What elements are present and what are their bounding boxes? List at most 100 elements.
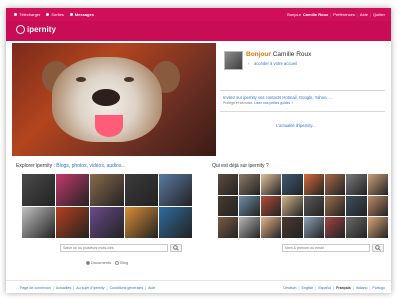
language-link[interactable]: Français bbox=[336, 286, 351, 290]
member-avatar[interactable] bbox=[260, 195, 282, 217]
dog-eye-right bbox=[124, 77, 134, 82]
member-avatar[interactable] bbox=[367, 174, 388, 195]
explore-search-button[interactable] bbox=[170, 244, 182, 252]
ipernity-logo-icon bbox=[16, 25, 25, 34]
explore-thumbnail[interactable] bbox=[22, 174, 56, 206]
member-avatar[interactable] bbox=[282, 174, 303, 195]
top-link-messages[interactable]: Messages bbox=[69, 12, 94, 17]
explore-thumbnail[interactable] bbox=[56, 174, 90, 206]
welcome-hello: Bonjour bbox=[246, 51, 271, 58]
language-link[interactable]: Deutsch bbox=[283, 286, 296, 290]
arrow-right-icon: › bbox=[248, 61, 250, 66]
member-avatar[interactable] bbox=[346, 174, 367, 195]
language-link[interactable]: Italiano bbox=[356, 286, 368, 290]
explore-search-input[interactable] bbox=[60, 244, 168, 252]
logo[interactable]: ipernity bbox=[16, 25, 56, 34]
top-greeting: Bonjour bbox=[287, 12, 301, 17]
messages-icon bbox=[69, 13, 73, 16]
download-icon bbox=[14, 13, 17, 16]
outbox-icon bbox=[46, 13, 50, 16]
footer-link[interactable]: Aide bbox=[148, 286, 155, 290]
explore-thumbnail[interactable] bbox=[90, 174, 124, 206]
member-avatar[interactable] bbox=[239, 174, 260, 195]
top-bar-left: Télécharger Sorties Messages bbox=[14, 12, 94, 17]
explore-thumbnail[interactable] bbox=[124, 174, 158, 206]
radio-blog-dot bbox=[115, 260, 120, 265]
avatar[interactable] bbox=[224, 51, 243, 70]
explore-title: Explorer ipernity : Blogs, photos, vidéo… bbox=[16, 163, 126, 169]
invite-contacts-link[interactable]: Invitez sur ipernity vos contacts Hotmai… bbox=[223, 95, 333, 100]
logo-text: ipernity bbox=[27, 25, 56, 34]
members-search-input[interactable] bbox=[282, 244, 370, 252]
member-avatar[interactable] bbox=[218, 174, 239, 195]
footer: Page de connexion | Actualités | Au sujet d'… bbox=[6, 280, 391, 293]
explore-thumbnail[interactable] bbox=[22, 206, 56, 238]
explore-thumbnail-grid bbox=[22, 174, 192, 238]
top-user[interactable]: Camille Roux bbox=[303, 12, 328, 17]
top-bar: Télécharger Sorties Messages Bonjour Cam… bbox=[6, 8, 391, 21]
invite-contacts-sub: Protégé et sécurisé. Lisez nos petites g… bbox=[223, 101, 294, 105]
dog-nose bbox=[92, 89, 120, 106]
guides-link[interactable]: Lisez nos petites guides ? bbox=[254, 101, 293, 105]
members-avatar-grid bbox=[218, 174, 388, 238]
member-avatar[interactable] bbox=[324, 195, 346, 217]
footer-link[interactable]: Actualités bbox=[56, 286, 72, 290]
top-bar-right: Bonjour Camille Roux | Préférences | Aid… bbox=[287, 12, 385, 17]
member-avatar[interactable] bbox=[260, 217, 282, 238]
hero-photo[interactable] bbox=[12, 43, 216, 156]
top-link-download[interactable]: Télécharger bbox=[14, 12, 40, 17]
footer-links: Page de connexion | Actualités | Au sujet d'… bbox=[20, 285, 156, 290]
member-avatar[interactable] bbox=[367, 217, 388, 238]
footer-link[interactable]: Au sujet d'ipernity bbox=[76, 286, 104, 290]
top-link-help[interactable]: Aide bbox=[360, 12, 368, 17]
footer-link[interactable]: Conditions générales bbox=[109, 286, 143, 290]
dog-tongue bbox=[95, 115, 123, 137]
member-avatar[interactable] bbox=[324, 217, 346, 238]
explore-filter-radios: Documents Blog bbox=[86, 260, 128, 265]
welcome-panel: Bonjour Camille Roux › accéder à votre a… bbox=[218, 43, 385, 156]
language-link[interactable]: Español bbox=[318, 286, 331, 290]
invite-contacts-box: Invitez sur ipernity vos contacts Hotmai… bbox=[220, 90, 385, 112]
brand-bar: ipernity bbox=[6, 21, 391, 41]
welcome-greeting: Bonjour Camille Roux bbox=[246, 51, 311, 58]
radio-documents[interactable]: Documents bbox=[86, 260, 111, 265]
news-link[interactable]: L'actualité d'ipernity... bbox=[276, 123, 316, 128]
welcome-name: Camille Roux bbox=[272, 51, 312, 58]
member-avatar[interactable] bbox=[218, 217, 239, 238]
explore-thumbnail[interactable] bbox=[158, 206, 192, 238]
footer-link[interactable]: Page de connexion bbox=[20, 286, 51, 290]
member-avatar[interactable] bbox=[218, 195, 239, 217]
language-link[interactable]: Portugu bbox=[372, 286, 385, 290]
language-link[interactable]: English bbox=[301, 286, 313, 290]
search-icon bbox=[375, 245, 381, 251]
member-avatar[interactable] bbox=[282, 217, 303, 238]
member-avatar[interactable] bbox=[303, 217, 324, 238]
access-home-link[interactable]: accéder à votre accueil bbox=[254, 61, 297, 66]
member-avatar[interactable] bbox=[239, 195, 260, 217]
explore-thumbnail[interactable] bbox=[158, 174, 192, 206]
member-avatar[interactable] bbox=[239, 217, 260, 238]
member-avatar[interactable] bbox=[367, 195, 388, 217]
member-avatar[interactable] bbox=[303, 195, 324, 217]
who-title: Qui est déjà sur ipernity ? bbox=[212, 163, 269, 169]
page-frame: Télécharger Sorties Messages Bonjour Cam… bbox=[6, 8, 391, 293]
members-search-button[interactable] bbox=[372, 244, 384, 252]
explore-thumbnail[interactable] bbox=[124, 206, 158, 238]
radio-blog[interactable]: Blog bbox=[115, 260, 128, 265]
search-icon bbox=[173, 245, 179, 251]
top-link-outbox[interactable]: Sorties bbox=[46, 12, 64, 17]
top-link-preferences[interactable]: Préférences bbox=[333, 12, 355, 17]
radio-documents-dot bbox=[86, 260, 90, 265]
member-avatar[interactable] bbox=[346, 217, 367, 238]
member-avatar[interactable] bbox=[324, 174, 346, 195]
language-links: Deutsch | English | Español | Français | Italian… bbox=[283, 285, 385, 290]
top-link-quit[interactable]: Quitter bbox=[373, 12, 385, 17]
explore-thumbnail[interactable] bbox=[90, 206, 124, 238]
dog-eye-left bbox=[76, 77, 86, 82]
explore-title-links[interactable]: Blogs, photos, vidéos, audios... bbox=[56, 163, 125, 169]
member-avatar[interactable] bbox=[282, 195, 303, 217]
member-avatar[interactable] bbox=[346, 195, 367, 217]
member-avatar[interactable] bbox=[303, 174, 324, 195]
member-avatar[interactable] bbox=[260, 174, 282, 195]
explore-thumbnail[interactable] bbox=[56, 206, 90, 238]
